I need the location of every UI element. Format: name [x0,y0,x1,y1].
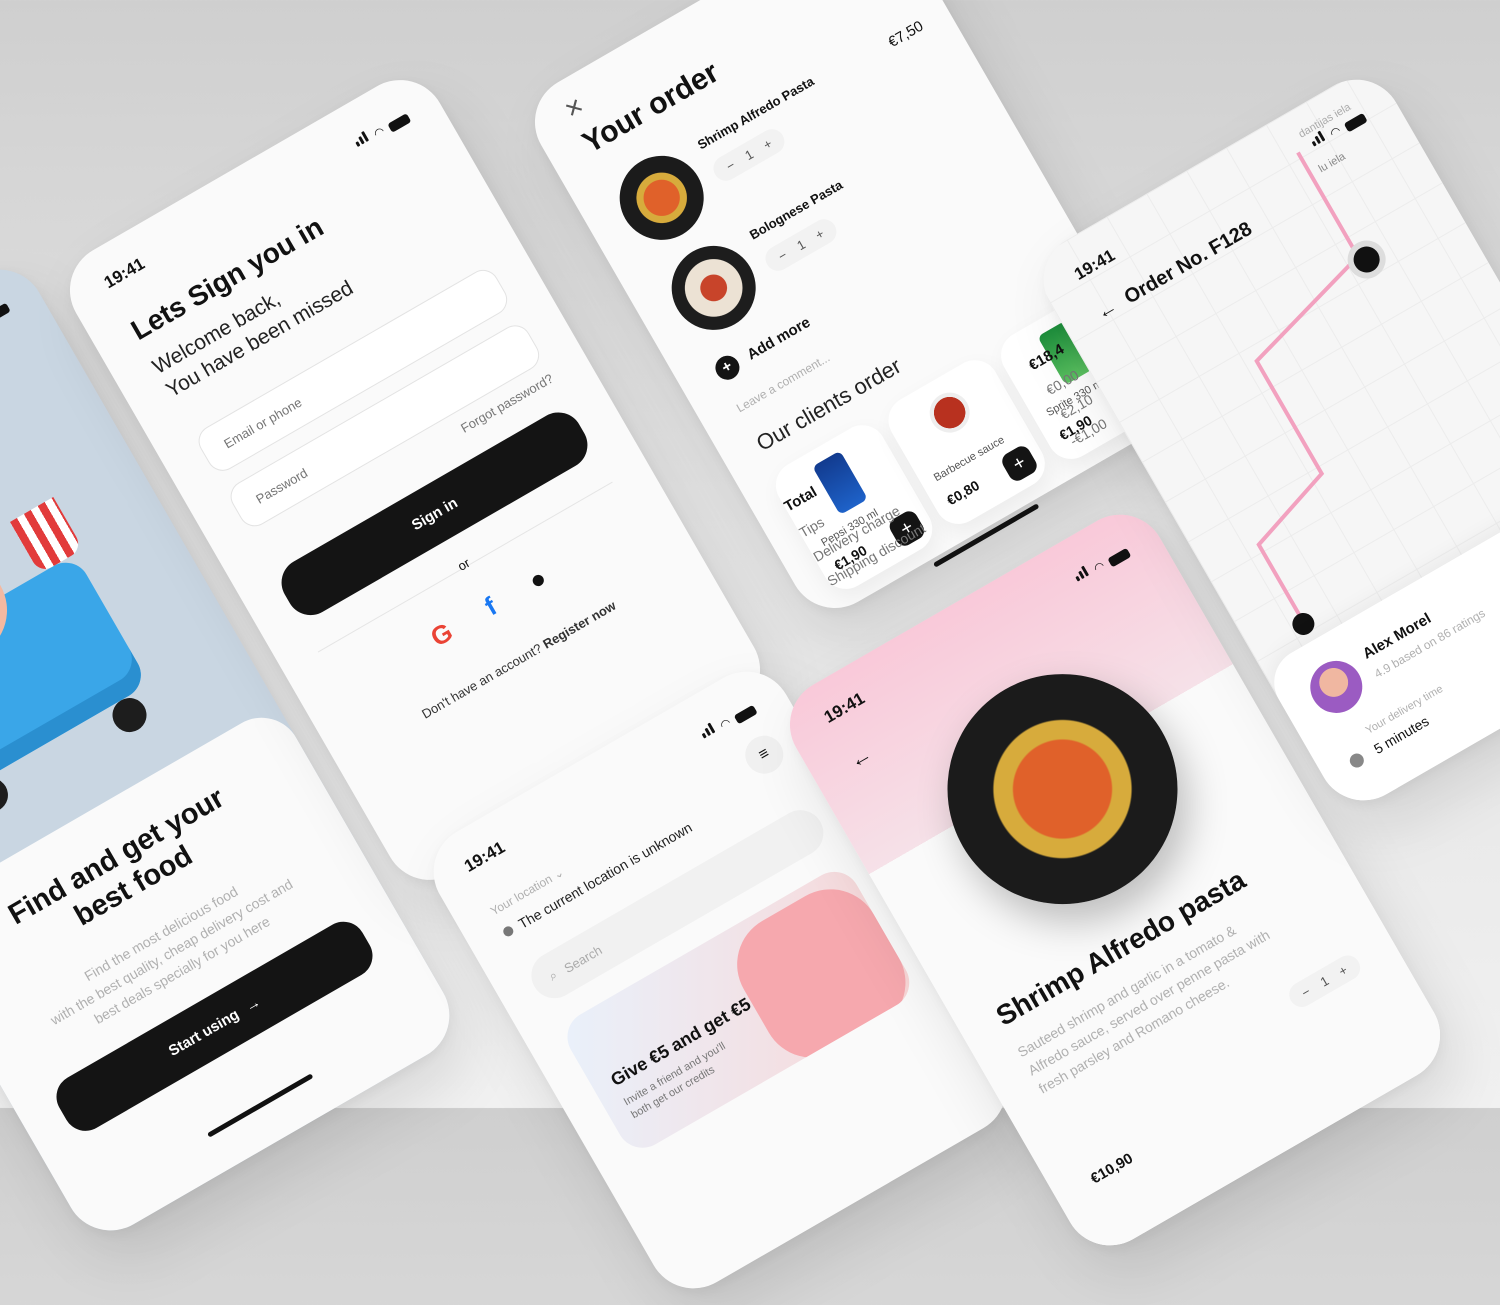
shopping-cart-image [0,553,150,799]
cart-illustration [0,414,182,830]
summary-value: €2,10 [1057,390,1096,423]
quantity-value: 1 [794,236,809,254]
plus-icon[interactable]: + [1336,962,1350,979]
status-time: 19:41 [460,837,509,876]
clock-icon [1347,750,1367,771]
home-indicator [933,503,1040,568]
cart-item-price: €7,50 [885,17,927,52]
avatar [1300,651,1372,723]
status-bar: ◠ [351,106,412,151]
plus-circle-icon: + [711,351,744,385]
status-time: 19:41 [100,254,148,293]
search-placeholder: Search [561,941,605,976]
minus-icon[interactable]: − [724,157,738,174]
sign-in-label: Sign in [408,493,461,534]
plus-icon[interactable]: + [813,226,827,243]
chevron-down-icon: ⌄ [550,864,567,883]
cart-wheel-image [0,771,15,819]
back-arrow-icon[interactable]: ← [845,741,877,775]
register-link[interactable]: Register now [540,598,618,652]
battery-icon [387,113,412,133]
signal-icon [697,720,719,743]
quantity-value: 1 [742,146,757,164]
status-bar: ◠ [697,698,758,743]
wifi-icon: ◠ [717,715,734,733]
facebook-icon[interactable]: f [479,591,502,622]
add-more-label: Add more [743,313,814,364]
quantity-value: 1 [1317,973,1332,990]
signal-icon [351,128,373,151]
to-address: 8 Plekstes St [1393,796,1472,817]
summary-value: €0,00 [1043,366,1082,399]
battery-icon [733,704,758,725]
search-icon: ⌕ [546,967,560,984]
menu-icon[interactable]: ≡ [738,728,791,781]
summary-label-total: Total [781,483,821,516]
plus-icon[interactable]: + [761,136,775,153]
status-bar: ◠ [1071,541,1132,586]
status-bar: ◠ [0,296,11,341]
status-time: 19:41 [820,688,868,727]
summary-value-total: €18,4 [1026,340,1068,375]
location-pin-icon [501,924,516,939]
arrow-right-icon: → [242,993,264,1016]
close-icon[interactable]: ✕ [560,93,589,125]
signal-icon [1071,563,1093,586]
to-city: Latvia, Riga [1468,768,1500,808]
summary-value: -€1,00 [1067,415,1110,449]
promo-banner[interactable]: Give €5 and get €5 Invite a friend and y… [557,862,919,1158]
minus-icon[interactable]: − [1299,984,1313,1001]
apple-icon[interactable]: ● [523,562,552,597]
minus-icon[interactable]: − [776,247,790,264]
wifi-icon: ◠ [371,123,388,142]
wifi-icon: ◠ [1091,558,1108,576]
battery-icon [0,302,11,323]
google-icon[interactable]: G [425,616,458,653]
bolognese-pasta-image [656,230,772,346]
battery-icon [1107,547,1132,568]
shrimp-pasta-image [604,140,720,256]
